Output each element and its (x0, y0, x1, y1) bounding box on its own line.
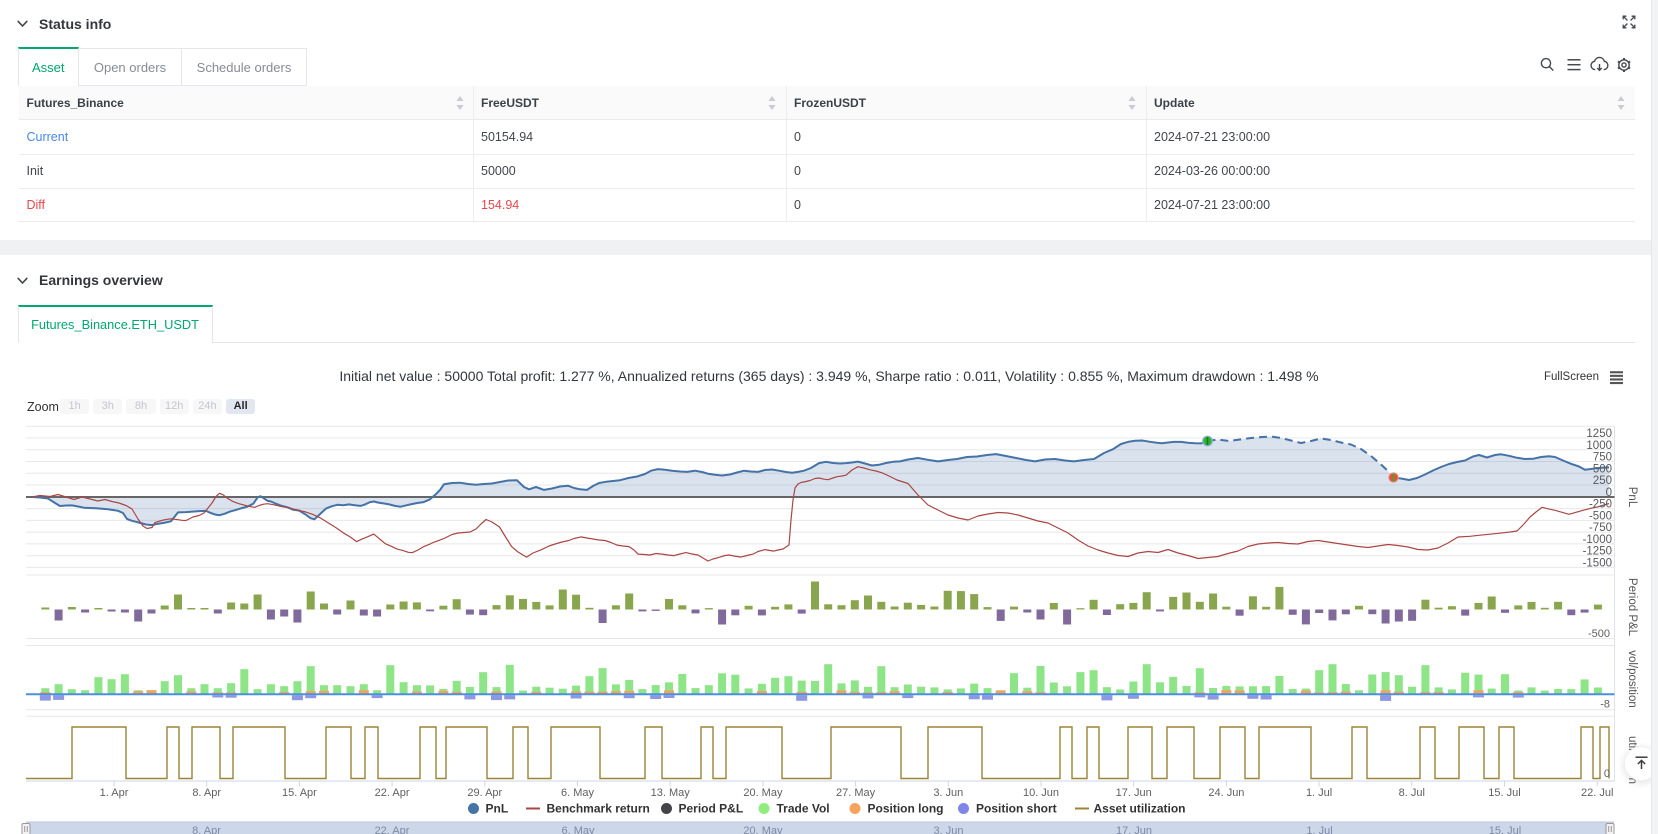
svg-text:1000: 1000 (1586, 440, 1612, 452)
svg-text:PnL: PnL (486, 802, 509, 816)
svg-text:17. Jun: 17. Jun (1116, 787, 1152, 799)
svg-text:-1500: -1500 (1583, 558, 1612, 570)
svg-text:-1250: -1250 (1583, 546, 1612, 558)
svg-text:3. Jun: 3. Jun (933, 787, 963, 799)
svg-text:Benchmark return: Benchmark return (547, 802, 650, 816)
svg-text:22. Apr: 22. Apr (375, 825, 410, 834)
svg-text:-750: -750 (1589, 522, 1612, 534)
svg-text:-1000: -1000 (1583, 534, 1612, 546)
svg-text:1250: 1250 (1586, 428, 1612, 440)
svg-text:3. Jun: 3. Jun (934, 825, 964, 834)
svg-text:500: 500 (1593, 463, 1612, 475)
svg-text:Position short: Position short (976, 802, 1057, 816)
svg-text:-500: -500 (1589, 510, 1612, 522)
svg-text:29. Apr: 29. Apr (467, 787, 502, 799)
svg-text:vol/position: vol/position (1626, 650, 1638, 708)
svg-text:0: 0 (1604, 768, 1610, 780)
svg-text:22. Apr: 22. Apr (375, 787, 410, 799)
svg-text:13. May: 13. May (651, 787, 691, 799)
svg-text:15. Jul: 15. Jul (1489, 825, 1521, 834)
svg-text:17. Jun: 17. Jun (1116, 825, 1152, 834)
svg-text:15. Apr: 15. Apr (282, 787, 317, 799)
svg-text:1. Jul: 1. Jul (1306, 787, 1332, 799)
svg-text:8. Jul: 8. Jul (1399, 787, 1425, 799)
svg-text:Position long: Position long (868, 802, 944, 816)
svg-text:1. Apr: 1. Apr (100, 787, 129, 799)
svg-text:-500: -500 (1588, 628, 1610, 640)
svg-text:1. Jul: 1. Jul (1306, 825, 1332, 834)
svg-text:0: 0 (1606, 487, 1612, 499)
svg-text:Trade Vol: Trade Vol (777, 802, 830, 816)
svg-text:250: 250 (1593, 475, 1612, 487)
svg-text:Asset utilization: Asset utilization (1094, 802, 1186, 816)
svg-text:-8: -8 (1600, 699, 1610, 711)
svg-text:20. May: 20. May (743, 825, 783, 834)
svg-text:27. May: 27. May (836, 787, 876, 799)
svg-text:-250: -250 (1589, 499, 1612, 511)
svg-text:8. Apr: 8. Apr (192, 825, 221, 834)
svg-text:6. May: 6. May (561, 825, 595, 834)
svg-text:6. May: 6. May (561, 787, 595, 799)
svg-text:PnL: PnL (1626, 487, 1638, 508)
svg-text:750: 750 (1593, 452, 1612, 464)
svg-text:22. Jul: 22. Jul (1581, 787, 1613, 799)
svg-text:15. Jul: 15. Jul (1488, 787, 1520, 799)
svg-text:8. Apr: 8. Apr (192, 787, 221, 799)
svg-text:Period P&L: Period P&L (1626, 578, 1638, 637)
svg-text:24. Jun: 24. Jun (1208, 787, 1244, 799)
svg-text:10. Jun: 10. Jun (1023, 787, 1059, 799)
svg-text:Period P&L: Period P&L (679, 802, 744, 816)
svg-text:20. May: 20. May (743, 787, 783, 799)
